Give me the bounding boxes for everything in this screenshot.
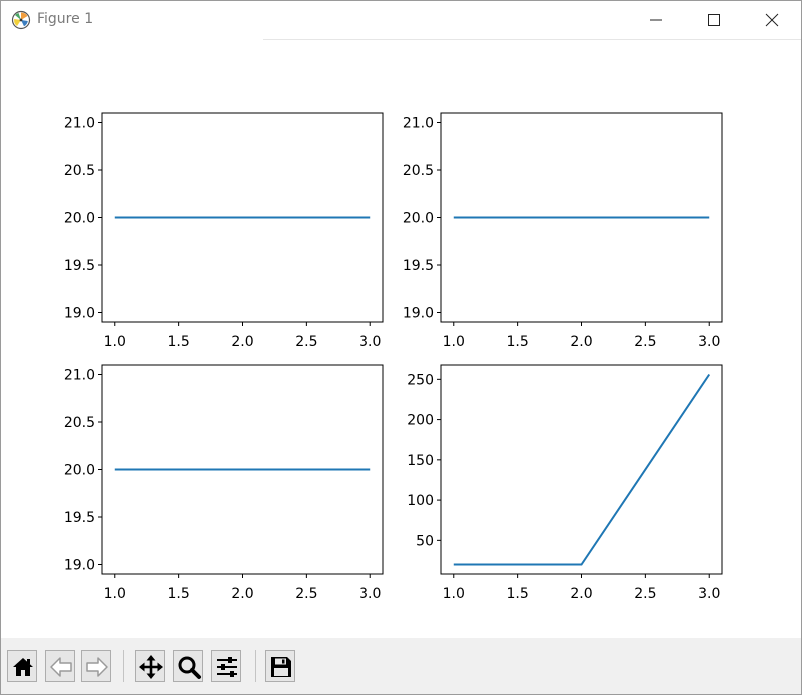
y-tick-label: 250	[407, 372, 434, 388]
window-title: Figure 1	[37, 11, 94, 27]
y-tick-label: 21.0	[64, 116, 95, 132]
y-tick-label: 19.0	[64, 306, 95, 322]
subplot-4: 1.0 1.5 2.0 2.5 3.0 50 100 150 200 250	[407, 364, 723, 602]
series-line	[453, 373, 711, 566]
y-tick-label: 20.5	[403, 163, 434, 179]
x-tick-label: 1.5	[168, 586, 190, 602]
x-tick-label: 3.0	[698, 586, 720, 602]
maximize-button[interactable]	[685, 1, 743, 39]
home-icon	[13, 658, 33, 676]
floppy-disk-icon	[271, 657, 291, 677]
figure-canvas[interactable]: 1.0 1.5 2.0 2.5 3.0 19.0 19.5 20.0 20.5 21.0 1.0 1.…	[1, 40, 801, 638]
y-tick-label: 20.0	[64, 211, 95, 227]
x-tick-label: 2.5	[295, 586, 317, 602]
title-bar[interactable]: Figure 1	[1, 1, 801, 40]
y-tick-label: 20.0	[64, 463, 95, 479]
y-tick-label: 100	[407, 493, 434, 509]
x-tick-label: 2.0	[570, 586, 592, 602]
subplots-grid: 1.0 1.5 2.0 2.5 3.019.019.520.020.521.01.0 1.…	[64, 112, 723, 602]
arrow-right-icon	[86, 657, 108, 677]
zoom-button[interactable]	[173, 650, 203, 682]
toolbar-separator	[255, 650, 256, 682]
close-icon	[765, 13, 779, 27]
x-tick-label: 2.5	[634, 586, 656, 602]
x-tick-label: 2.5	[295, 334, 317, 350]
sliders-icon	[217, 657, 237, 677]
y-tick-label: 19.5	[403, 258, 434, 274]
y-tick-label: 21.0	[403, 116, 434, 132]
x-tick-label: 1.0	[443, 586, 465, 602]
x-tick-label: 3.0	[698, 334, 720, 350]
y-tick-label: 20.5	[64, 415, 95, 431]
x-tick-label: 1.0	[104, 334, 126, 350]
minimize-icon	[650, 19, 662, 21]
y-tick-label: 20.5	[64, 163, 95, 179]
back-button[interactable]	[45, 650, 75, 682]
x-tick-label: 1.5	[507, 586, 529, 602]
y-tick-label: 19.0	[403, 306, 434, 322]
home-button[interactable]	[7, 650, 37, 682]
subplot-1: 1.0 1.5 2.0 2.5 3.0 19.0 19.5 20.0 20.5 21.0	[64, 112, 384, 350]
close-button[interactable]	[743, 1, 801, 39]
y-tick-label: 20.0	[403, 211, 434, 227]
save-button[interactable]	[265, 650, 295, 682]
y-tick-label: 21.0	[64, 368, 95, 384]
axes-frame	[440, 364, 723, 575]
subplot-2: 1.0 1.5 2.0 2.5 3.0 19.0 19.5 20.0 20.5 21.0	[403, 112, 723, 350]
figure-window: Figure 1 1.0 1.5 2.0 2.5 3.0 19.0 19.5 20.0 20.5…	[0, 0, 802, 695]
y-tick-label: 19.5	[64, 258, 95, 274]
configure-subplots-button[interactable]	[211, 650, 241, 682]
x-tick-label: 2.0	[231, 586, 253, 602]
magnifier-icon	[178, 656, 201, 679]
y-tick-label: 50	[416, 533, 434, 549]
y-tick-label: 200	[407, 413, 434, 429]
navigation-toolbar	[1, 638, 801, 694]
y-tick-label: 19.5	[64, 510, 95, 526]
forward-button[interactable]	[81, 650, 111, 682]
y-tick-label: 19.0	[64, 558, 95, 574]
x-tick-label: 1.5	[168, 334, 190, 350]
arrow-left-icon	[50, 657, 72, 677]
move-icon	[139, 655, 163, 679]
x-tick-label: 1.0	[443, 334, 465, 350]
subplot-3: 1.0 1.5 2.0 2.5 3.0 19.0 19.5 20.0 20.5 21.0	[64, 364, 384, 602]
x-tick-label: 2.0	[570, 334, 592, 350]
x-tick-label: 1.0	[104, 586, 126, 602]
matplotlib-logo-icon	[11, 10, 31, 30]
minimize-button[interactable]	[627, 1, 685, 39]
pan-button[interactable]	[135, 650, 165, 682]
toolbar-separator	[123, 650, 124, 682]
x-tick-label: 1.5	[507, 334, 529, 350]
x-tick-label: 3.0	[359, 334, 381, 350]
y-tick-label: 150	[407, 453, 434, 469]
x-tick-label: 3.0	[359, 586, 381, 602]
maximize-icon	[708, 14, 720, 26]
x-tick-label: 2.0	[231, 334, 253, 350]
x-tick-label: 2.5	[634, 334, 656, 350]
